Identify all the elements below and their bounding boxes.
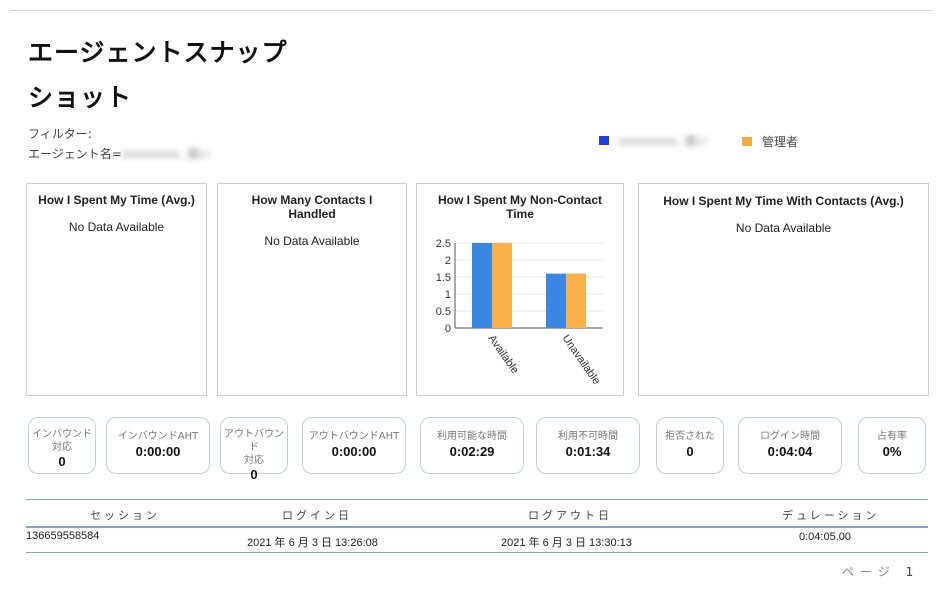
metric-value: 0	[250, 467, 258, 482]
panel-title: How I Spent My Time With Contacts (Avg.)	[663, 194, 904, 208]
no-data-message: No Data Available	[735, 221, 832, 235]
page-title: エージェントスナップ ショット	[28, 30, 288, 120]
metric-label: 利用不可時間	[558, 431, 618, 442]
y-tick-label: 1	[445, 289, 451, 301]
panel-title: How I Spent My Time (Avg.)	[38, 193, 195, 207]
bar-available-series-1	[492, 243, 512, 328]
metric-inbound-handled: インバウンド 対応 0	[28, 417, 96, 474]
y-tick-label: 0.5	[436, 306, 451, 318]
non-contact-time-chart: 0 0.5 1 1.5 2 2.5 Available Unavailable	[436, 238, 603, 387]
cell-session: 136659558584	[26, 530, 100, 542]
panel-time-avg: How I Spent My Time (Avg.) No Data Avail…	[26, 183, 207, 396]
cell-logout-date: 2021 年 6 月 3 日 13:30:13	[501, 537, 632, 549]
metric-value: 0:00:00	[135, 444, 181, 459]
cell-login-date: 2021 年 6 月 3 日 13:26:08	[247, 537, 378, 549]
metric-label: アウトバウンドAHT	[308, 431, 400, 442]
page-title-line-1: エージェントスナップ	[28, 38, 288, 67]
x-tick-label: Unavailable	[560, 333, 603, 387]
filter-agent-label: エージェント名=	[28, 147, 122, 161]
cell-duration: 0:04:05.00	[799, 531, 851, 543]
metric-login-time: ログイン時間 0:04:04	[738, 417, 842, 474]
panel-title: How I Spent My Non-Contact Time	[438, 193, 602, 221]
panel-time-with-contacts: How I Spent My Time With Contacts (Avg.)…	[638, 183, 929, 396]
column-header-session[interactable]: セッション	[90, 507, 160, 523]
bar-available-series-0	[472, 243, 492, 328]
metric-label: ログイン時間	[760, 431, 820, 442]
metric-value: 0:00:00	[331, 444, 377, 459]
panel-non-contact-time: How I Spent My Non-Contact Time 0 0.5 1 1.5…	[416, 183, 624, 396]
panel-title: How Many Contacts I Handled	[251, 193, 373, 221]
metric-value: 0%	[882, 444, 902, 459]
metric-value: 0:02:29	[449, 444, 495, 459]
session-table: セッション ログイン日 ログアウト日 デュレーション 136659558584 …	[26, 499, 928, 553]
metric-available-time: 利用可能な時間 0:02:29	[420, 417, 524, 474]
y-tick-label: 0	[445, 323, 451, 335]
x-tick-label: Available	[486, 333, 521, 376]
metric-label: 拒否された	[665, 431, 715, 442]
metric-outbound-aht: アウトバウンドAHT 0:00:00	[302, 417, 406, 474]
pagination: ページ 1	[842, 563, 913, 580]
legend-item-agent: xxxxxxxx, 浦い	[599, 132, 707, 149]
filter-agent-row: エージェント名=xxxxxxxx, 浦い	[28, 144, 210, 164]
legend-swatch-agent	[599, 136, 609, 145]
legend-swatch-admin	[742, 137, 752, 146]
no-data-message: No Data Available	[264, 234, 360, 248]
top-divider	[10, 10, 932, 11]
legend-item-admin: 管理者	[742, 133, 798, 150]
filter-label: フィルター:	[28, 127, 92, 141]
metric-label: インバウンド	[32, 429, 92, 440]
column-header-login-date[interactable]: ログイン日	[282, 507, 352, 523]
pager-current-page[interactable]: 1	[906, 565, 914, 579]
filter-summary: フィルター: エージェント名=xxxxxxxx, 浦い	[28, 124, 210, 164]
filter-agent-value: xxxxxxxx, 浦い	[121, 147, 211, 161]
page-title-line-2: ショット	[28, 83, 133, 112]
metric-label: アウトバウンド	[224, 429, 284, 453]
column-header-logout-date[interactable]: ログアウト日	[528, 507, 612, 523]
y-tick-label: 2	[445, 255, 451, 267]
no-data-message: No Data Available	[68, 220, 165, 234]
metric-label-2: 対応	[244, 455, 264, 466]
metric-value: 0	[686, 444, 694, 459]
metric-value: 0	[58, 454, 66, 469]
y-tick-label: 1.5	[436, 272, 451, 284]
column-header-duration[interactable]: デュレーション	[782, 507, 880, 523]
bar-unavailable-series-1	[566, 273, 586, 328]
y-tick-label: 2.5	[436, 238, 451, 250]
metric-unavailable-time: 利用不可時間 0:01:34	[536, 417, 640, 474]
metric-label-2: 対応	[52, 442, 72, 453]
metric-label: 利用可能な時間	[437, 431, 507, 442]
metric-occupancy: 占有率 0%	[858, 417, 926, 474]
table-header: セッション ログイン日 ログアウト日 デュレーション	[26, 499, 928, 528]
metric-rejected: 拒否された 0	[656, 417, 724, 474]
pager-label: ページ	[842, 565, 896, 579]
metric-inbound-aht: インバウンドAHT 0:00:00	[106, 417, 210, 474]
bar-unavailable-series-0	[546, 273, 566, 328]
metric-value: 0:04:04	[767, 444, 813, 459]
metric-label: インバウンドAHT	[117, 431, 199, 442]
panel-contacts-handled: How Many Contacts I Handled No Data Avai…	[217, 183, 407, 396]
legend-label-agent: xxxxxxxx, 浦い	[619, 134, 708, 148]
metric-label: 占有率	[877, 431, 907, 442]
table-row: 136659558584 2021 年 6 月 3 日 13:26:08 202…	[26, 528, 928, 553]
metric-outbound-handled: アウトバウンド 対応 0	[220, 417, 288, 482]
metric-value: 0:01:34	[565, 444, 611, 459]
legend-label-admin: 管理者	[762, 135, 799, 149]
